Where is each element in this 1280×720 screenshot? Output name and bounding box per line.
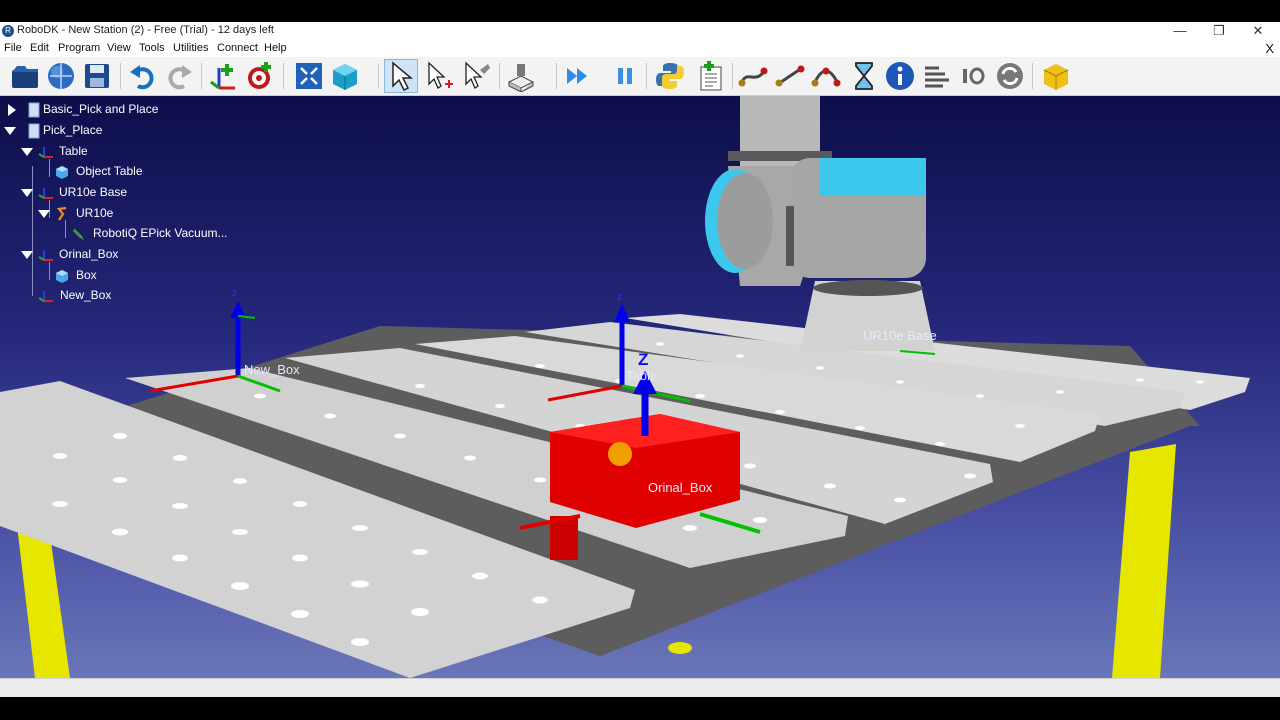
pause-instruction-icon[interactable] (848, 60, 880, 92)
collapse-arrow-icon[interactable] (21, 148, 33, 156)
tree-item-label: UR10e (76, 206, 114, 220)
menu-view[interactable]: View (107, 42, 131, 54)
tree-guide-line (65, 220, 66, 238)
move-linear-icon[interactable] (774, 60, 806, 92)
tool-icon (71, 227, 84, 240)
tree-item-label: RobotiQ EPick Vacuum... (93, 226, 228, 240)
select-icon[interactable] (384, 59, 418, 93)
mouse-cursor-highlight (608, 442, 632, 466)
add-reference-frame-icon[interactable] (207, 60, 239, 92)
tree-item-label: Orinal_Box (59, 247, 119, 261)
minimize-icon[interactable]: — (1160, 22, 1200, 40)
redo-icon[interactable] (163, 60, 195, 92)
fit-all-icon[interactable] (293, 60, 325, 92)
io-icon[interactable] (957, 60, 989, 92)
robot-icon (56, 206, 67, 221)
station-tree: Basic_Pick and Place Pick_Place Table Ob… (0, 96, 300, 316)
pause-icon[interactable] (609, 60, 641, 92)
maximize-icon[interactable]: ❐ (1199, 22, 1239, 40)
reference-frame-icon (38, 188, 53, 199)
close-icon[interactable]: ✕ (1238, 22, 1278, 40)
toolbar-separator (732, 63, 733, 89)
letterbox-bottom (0, 697, 1280, 720)
ur10e-robot (705, 96, 935, 351)
toolbar-separator (120, 63, 121, 89)
menu-utilities[interactable]: Utilities (173, 42, 208, 54)
add-program-icon[interactable] (695, 60, 727, 92)
station-icon (28, 102, 40, 118)
tree-guide-line (49, 262, 50, 280)
window-titlebar: R RoboDK - New Station (2) - Free (Trial… (0, 22, 1280, 40)
move-tool-icon[interactable] (460, 60, 492, 92)
tree-item-label: Table (59, 144, 88, 158)
tree-item-label: Object Table (76, 164, 143, 178)
toolbar-separator (646, 63, 647, 89)
tool-holder-icon[interactable] (505, 60, 537, 92)
move-reference-frame-icon[interactable] (423, 60, 455, 92)
python-program-icon[interactable] (654, 60, 686, 92)
menu-connect[interactable]: Connect (217, 42, 258, 54)
toolbar-separator (283, 63, 284, 89)
station-icon (28, 123, 40, 139)
tree-item-label: Pick_Place (43, 123, 103, 137)
robodk-logo-icon: R (2, 25, 14, 37)
set-io-icon[interactable] (921, 60, 953, 92)
window-title: RoboDK - New Station (2) - Free (Trial) … (17, 24, 274, 36)
collapse-arrow-icon[interactable] (21, 189, 33, 197)
tree-item-label: Basic_Pick and Place (43, 102, 159, 116)
program-call-icon[interactable] (994, 60, 1026, 92)
menu-bar: File Edit Program View Tools Utilities C… (0, 40, 1280, 57)
undo-icon[interactable] (127, 60, 159, 92)
ur-base-label: UR10e Base (863, 328, 937, 343)
table-label: Table (626, 368, 658, 383)
tree-item-label: New_Box (60, 288, 112, 302)
letterbox-top (0, 0, 1280, 22)
status-bar (0, 678, 1280, 698)
collapse-arrow-icon[interactable] (38, 210, 50, 218)
orinal-box-label: Orinal_Box (648, 480, 713, 495)
toolbar-separator (201, 63, 202, 89)
collapse-arrow-icon[interactable] (4, 127, 16, 135)
tree-item-label: UR10e Base (59, 185, 128, 199)
menu-file[interactable]: File (4, 42, 22, 54)
run-program-icon[interactable] (562, 60, 594, 92)
z-axis-label: Z (638, 350, 649, 369)
close-station-icon[interactable]: X (1265, 41, 1274, 56)
object-cube-icon (56, 270, 68, 283)
open-station-icon[interactable] (9, 60, 41, 92)
menu-program[interactable]: Program (58, 42, 100, 54)
toolbar-separator (1032, 63, 1033, 89)
tree-guide-line (32, 166, 33, 296)
toolbar-separator (556, 63, 557, 89)
toolbar-separator (499, 63, 500, 89)
menu-edit[interactable]: Edit (30, 42, 49, 54)
reference-frame-icon (38, 291, 53, 302)
tree-guide-line (49, 159, 50, 177)
reference-frame-icon (38, 147, 53, 158)
table-leg (668, 642, 692, 654)
expand-arrow-icon[interactable] (8, 104, 16, 116)
reference-frame-icon (38, 250, 53, 261)
object-cube-icon (56, 166, 68, 179)
program-info-icon[interactable] (884, 60, 916, 92)
new-box-label: New_Box (244, 362, 300, 377)
tree-item-label: Box (76, 268, 97, 282)
save-station-icon[interactable] (81, 60, 113, 92)
open-online-library-icon[interactable] (45, 60, 77, 92)
toolbar-separator (378, 63, 379, 89)
menu-help[interactable]: Help (264, 42, 287, 54)
show-object-icon[interactable] (329, 60, 361, 92)
table-leg (1112, 444, 1176, 678)
menu-tools[interactable]: Tools (139, 42, 165, 54)
move-joint-icon[interactable] (737, 60, 769, 92)
move-circular-icon[interactable] (810, 60, 842, 92)
z-axis-label-small: z (617, 292, 622, 303)
collapse-arrow-icon[interactable] (21, 251, 33, 259)
add-target-icon[interactable] (244, 60, 276, 92)
export-package-icon[interactable] (1040, 60, 1072, 92)
main-toolbar (0, 57, 1280, 96)
